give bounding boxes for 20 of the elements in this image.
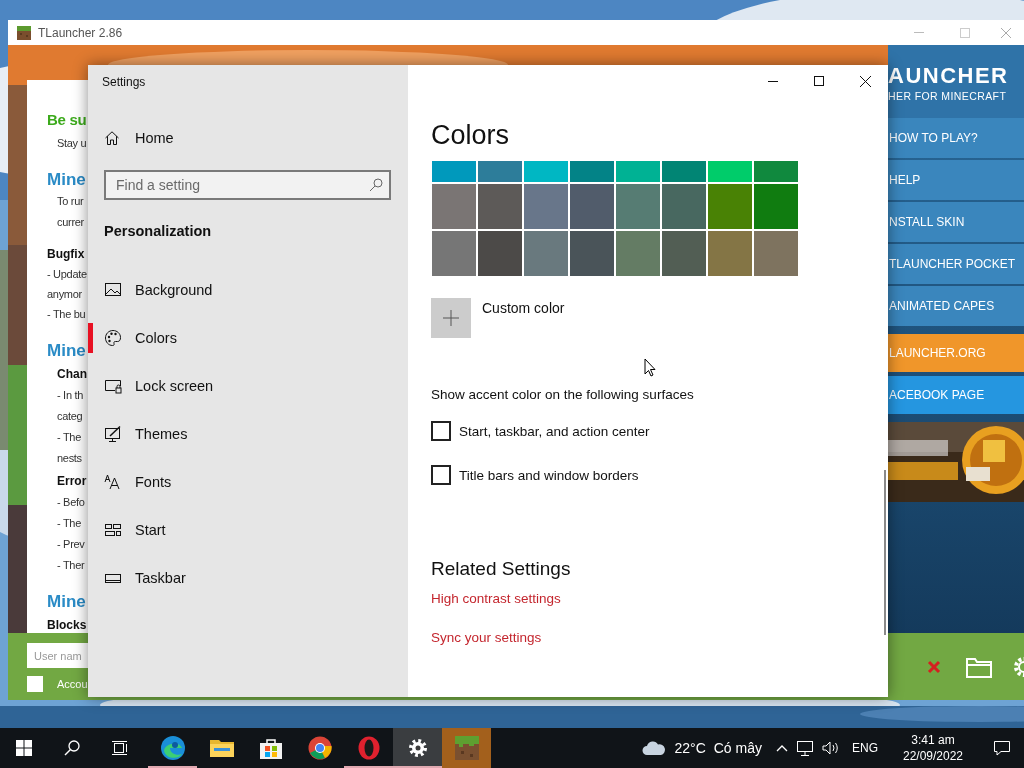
chrome-icon	[307, 736, 332, 760]
clock-time: 3:41 am	[911, 732, 955, 748]
volume-icon[interactable]	[822, 740, 840, 756]
weather-button[interactable]: 22°C Có mây	[636, 728, 768, 768]
grass-block-icon	[454, 736, 479, 760]
chevron-up-icon[interactable]	[776, 744, 788, 752]
search-icon	[64, 740, 80, 756]
task-view-icon	[112, 740, 128, 756]
gear-icon	[407, 738, 428, 758]
shopping-bag-icon	[259, 737, 282, 759]
notification-icon[interactable]	[993, 740, 1011, 756]
clock-date: 22/09/2022	[902, 748, 964, 764]
edge-icon	[159, 735, 186, 761]
cloud-icon	[642, 740, 667, 756]
language-indicator[interactable]: ENG	[852, 741, 878, 755]
taskbar-app[interactable]	[393, 728, 442, 768]
folder-icon	[209, 738, 234, 758]
network-icon[interactable]	[796, 740, 814, 756]
windows-logo-icon	[16, 740, 32, 756]
opera-icon	[357, 736, 380, 760]
